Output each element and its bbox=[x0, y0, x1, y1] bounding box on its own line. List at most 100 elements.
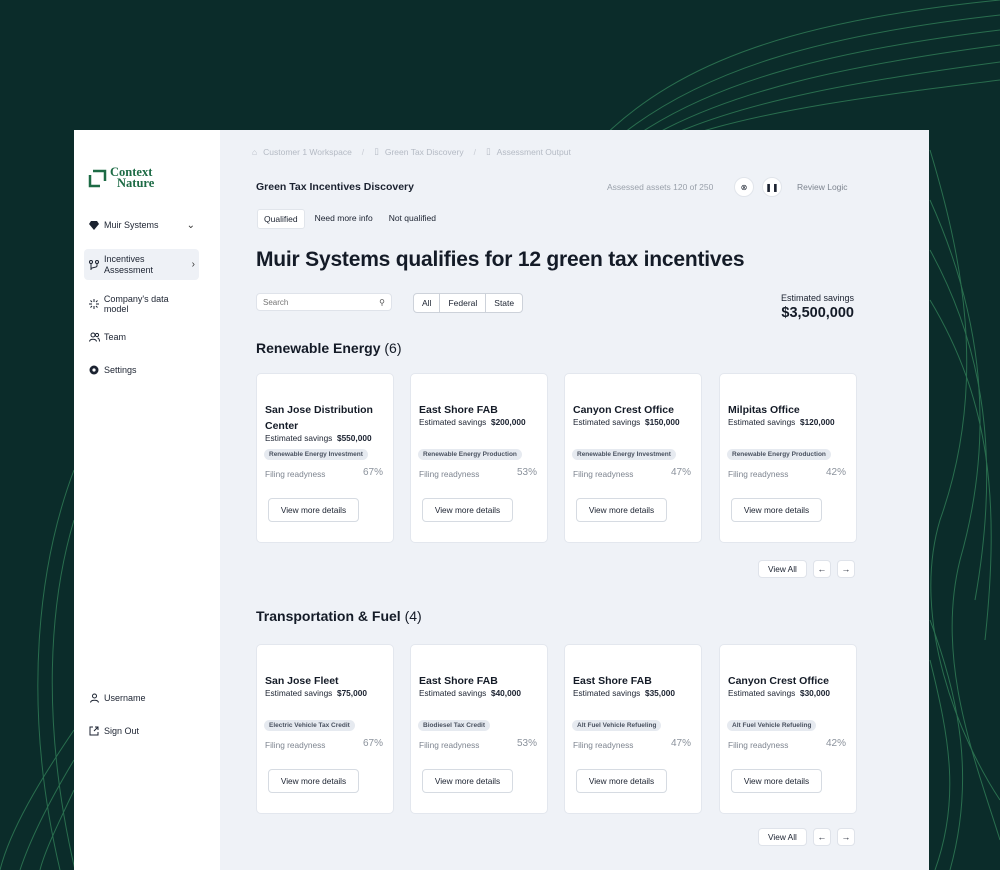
asset-name: San Jose Fleet bbox=[265, 675, 339, 687]
section-title: Renewable Energy (6) bbox=[256, 340, 402, 356]
filter-state[interactable]: State bbox=[486, 294, 522, 312]
filing-label: Filing readyness bbox=[265, 740, 326, 750]
search-box[interactable]: ⚲ bbox=[256, 293, 392, 311]
sidebar-item-data-model[interactable]: Company's data model bbox=[84, 294, 199, 314]
section-pager: View All ← → bbox=[758, 828, 855, 846]
sidebar: Context Nature Muir Systems ⌄ Incentives… bbox=[74, 130, 220, 870]
chevron-down-icon[interactable]: ⌄ bbox=[187, 220, 195, 231]
filter-federal[interactable]: Federal bbox=[440, 294, 487, 312]
headline: Muir Systems qualifies for 12 green tax … bbox=[256, 248, 745, 271]
asset-name: San Jose Distribution Center bbox=[265, 404, 373, 432]
filing-label: Filing readyness bbox=[728, 469, 789, 479]
section-pager: View All ← → bbox=[758, 560, 855, 578]
asset-name: East Shore FAB bbox=[419, 404, 498, 416]
arrow-right-icon[interactable]: → bbox=[836, 560, 855, 578]
chevron-right-icon[interactable]: › bbox=[192, 259, 195, 270]
filing-label: Filing readyness bbox=[419, 469, 480, 479]
page-title: Green Tax Incentives Discovery bbox=[256, 181, 414, 193]
asset-savings: Estimated savings $30,000 bbox=[728, 688, 830, 698]
view-details-button[interactable]: View more details bbox=[422, 498, 513, 522]
breadcrumb-item[interactable]: Assessment Output bbox=[497, 147, 571, 157]
stop-circle-icon: ⊗ bbox=[740, 182, 748, 192]
section-count: (6) bbox=[384, 340, 402, 356]
status-tabs: Qualified Need more info Not qualified bbox=[257, 209, 442, 229]
asset-name: Canyon Crest Office bbox=[573, 404, 674, 416]
filing-percent: 47% bbox=[670, 467, 691, 478]
tab-not-qualified[interactable]: Not qualified bbox=[383, 209, 442, 229]
filing-percent: 47% bbox=[670, 738, 691, 749]
asset-card[interactable]: Milpitas Office Estimated savings $120,0… bbox=[719, 373, 857, 543]
asset-savings: Estimated savings $120,000 bbox=[728, 417, 835, 427]
asset-savings: Estimated savings $40,000 bbox=[419, 688, 521, 698]
filing-percent: 67% bbox=[362, 467, 383, 478]
view-details-button[interactable]: View more details bbox=[731, 498, 822, 522]
asset-savings: Estimated savings $75,000 bbox=[265, 688, 367, 698]
asset-card[interactable]: East Shore FAB Estimated savings $200,00… bbox=[410, 373, 548, 543]
filter-all[interactable]: All bbox=[414, 294, 441, 312]
arrow-left-icon[interactable]: ← bbox=[812, 560, 831, 578]
asset-card[interactable]: East Shore FAB Estimated savings $35,000… bbox=[564, 644, 702, 814]
user-icon bbox=[88, 692, 100, 704]
breadcrumb: ⌂ Customer 1 Workspace / ▯ Green Tax Dis… bbox=[252, 146, 571, 157]
brand-logo: Context Nature bbox=[88, 166, 155, 190]
estimated-savings-label: Estimated savings bbox=[780, 293, 854, 303]
incentive-tag: Biodiesel Tax Credit bbox=[418, 720, 491, 731]
sidebar-item-label: Team bbox=[104, 332, 127, 342]
filing-label: Filing readyness bbox=[573, 469, 634, 479]
sidebar-item-settings[interactable]: Settings bbox=[84, 362, 199, 378]
review-logic-link[interactable]: Review Logic bbox=[797, 182, 848, 192]
home-icon: ⌂ bbox=[252, 146, 258, 157]
asset-name: Canyon Crest Office bbox=[728, 675, 829, 687]
arrow-right-icon[interactable]: → bbox=[836, 828, 855, 846]
view-details-button[interactable]: View more details bbox=[268, 498, 359, 522]
view-all-button[interactable]: View All bbox=[758, 560, 807, 578]
team-icon bbox=[88, 331, 100, 343]
asset-card[interactable]: East Shore FAB Estimated savings $40,000… bbox=[410, 644, 548, 814]
sidebar-item-username[interactable]: Username bbox=[84, 690, 199, 706]
view-all-button[interactable]: View All bbox=[758, 828, 807, 846]
view-details-button[interactable]: View more details bbox=[422, 769, 513, 793]
sidebar-item-team[interactable]: Team bbox=[84, 329, 199, 345]
incentive-tag: Renewable Energy Production bbox=[727, 449, 831, 460]
estimated-savings-value: $3,500,000 bbox=[781, 305, 854, 321]
sidebar-item-company[interactable]: Muir Systems ⌄ bbox=[84, 217, 199, 233]
view-details-button[interactable]: View more details bbox=[576, 498, 667, 522]
pause-button[interactable]: ❚❚ bbox=[762, 177, 782, 197]
incentive-tag: Renewable Energy Investment bbox=[572, 449, 676, 460]
sidebar-item-signout[interactable]: Sign Out bbox=[84, 723, 199, 739]
filter-segmented-control: All Federal State bbox=[413, 293, 524, 313]
asset-card[interactable]: Canyon Crest Office Estimated savings $1… bbox=[564, 373, 702, 543]
incentive-tag: Alt Fuel Vehicle Refueling bbox=[727, 720, 817, 731]
filing-label: Filing readyness bbox=[573, 740, 634, 750]
asset-card[interactable]: San Jose Distribution Center Estimated s… bbox=[256, 373, 394, 543]
spark-icon bbox=[88, 298, 100, 310]
asset-card[interactable]: San Jose Fleet Estimated savings $75,000… bbox=[256, 644, 394, 814]
breadcrumb-item[interactable]: Customer 1 Workspace bbox=[263, 147, 352, 157]
view-details-button[interactable]: View more details bbox=[268, 769, 359, 793]
tab-qualified[interactable]: Qualified bbox=[257, 209, 305, 229]
tab-need-more-info[interactable]: Need more info bbox=[309, 209, 379, 229]
sidebar-item-label: Incentives Assessment bbox=[104, 253, 154, 275]
filing-percent: 42% bbox=[825, 738, 846, 749]
breadcrumb-item[interactable]: Green Tax Discovery bbox=[385, 147, 464, 157]
incentive-tag: Renewable Energy Production bbox=[418, 449, 522, 460]
asset-name: Milpitas Office bbox=[728, 404, 800, 416]
view-details-button[interactable]: View more details bbox=[576, 769, 667, 793]
asset-savings: Estimated savings $35,000 bbox=[573, 688, 675, 698]
sidebar-item-label: Settings bbox=[104, 365, 137, 375]
view-details-button[interactable]: View more details bbox=[731, 769, 822, 793]
branch-icon bbox=[88, 259, 100, 271]
sidebar-item-incentives[interactable]: Incentives Assessment › bbox=[84, 249, 199, 280]
stop-button[interactable]: ⊗ bbox=[734, 177, 754, 197]
asset-savings: Estimated savings $550,000 bbox=[265, 433, 372, 443]
document-icon: ▯ bbox=[374, 146, 379, 156]
asset-card[interactable]: Canyon Crest Office Estimated savings $3… bbox=[719, 644, 857, 814]
search-input[interactable] bbox=[263, 297, 380, 307]
filing-percent: 67% bbox=[362, 738, 383, 749]
signout-icon bbox=[88, 725, 100, 737]
filing-label: Filing readyness bbox=[728, 740, 789, 750]
asset-savings: Estimated savings $150,000 bbox=[573, 417, 680, 427]
arrow-left-icon[interactable]: ← bbox=[812, 828, 831, 846]
brand-line2: Nature bbox=[117, 176, 155, 190]
section-title: Transportation & Fuel (4) bbox=[256, 608, 422, 624]
